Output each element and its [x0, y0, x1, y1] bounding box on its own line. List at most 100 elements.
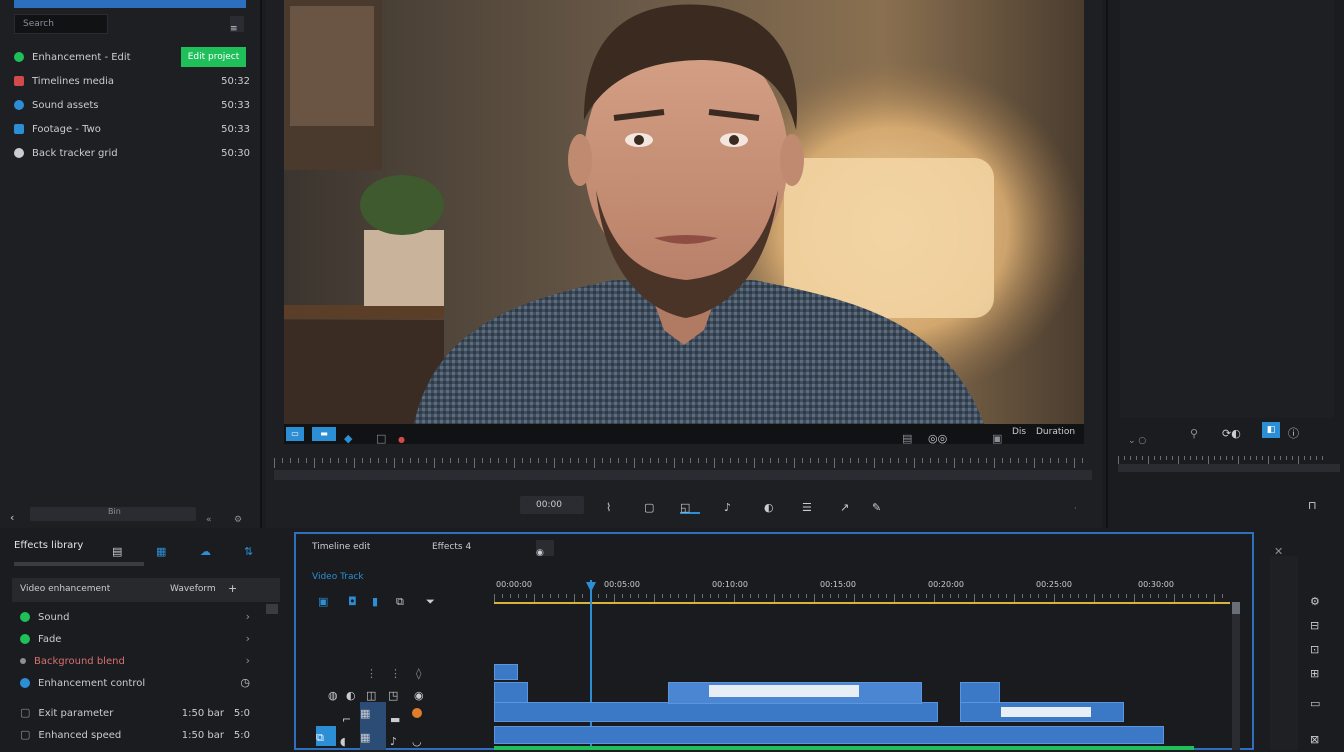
audio-clip[interactable]: [494, 746, 1194, 750]
clip[interactable]: [494, 664, 518, 680]
clip[interactable]: [494, 682, 528, 704]
effects-scroll-thumb[interactable]: [266, 604, 278, 614]
bin-row[interactable]: Footage - Two 50:33: [14, 118, 250, 140]
inspector-ruler[interactable]: [1118, 456, 1340, 474]
track-label-icon[interactable]: ▬: [390, 708, 406, 726]
bin-row[interactable]: Timelines media 50:32: [14, 70, 250, 92]
settings-icon[interactable]: ⚙: [234, 507, 246, 525]
scroll-left-icon[interactable]: ‹: [10, 506, 22, 524]
info-icon[interactable]: ⓘ: [1288, 422, 1304, 440]
sync-icon[interactable]: ◊: [416, 662, 430, 680]
tab-timeline[interactable]: Timeline edit: [312, 542, 370, 552]
zoom-icon[interactable]: ▬: [312, 427, 336, 441]
search-input[interactable]: Search: [14, 14, 108, 34]
tool-icon[interactable]: ⊡: [1310, 638, 1324, 656]
bin-row[interactable]: Enhancement - Edit: [14, 46, 250, 68]
tool-icon[interactable]: ⊟: [1310, 614, 1324, 632]
grid-icon[interactable]: ▦: [156, 540, 170, 558]
clip[interactable]: [494, 726, 1164, 744]
compare-icon[interactable]: ◧: [1262, 422, 1280, 438]
mic-icon[interactable]: ◡: [412, 730, 426, 748]
bin-row[interactable]: Sound assets 50:33: [14, 94, 250, 116]
filter-icon[interactable]: ⏷: [426, 590, 440, 608]
target-icon[interactable]: ◫: [366, 684, 382, 702]
menu-icon[interactable]: ≡: [230, 16, 244, 34]
bookmark-icon[interactable]: ▮: [372, 590, 386, 608]
pin-icon[interactable]: ⚲: [1190, 422, 1202, 440]
video-preview[interactable]: [284, 0, 1084, 424]
timeline-settings-icon[interactable]: ◉: [536, 540, 554, 558]
playhead[interactable]: [590, 580, 592, 750]
link-track-icon[interactable]: ⌐: [342, 708, 356, 726]
monitor-icon[interactable]: ▣: [992, 427, 1006, 445]
crop-icon[interactable]: ▢: [644, 496, 658, 514]
more-icon[interactable]: ·: [1074, 496, 1082, 514]
timeline-tracks[interactable]: 00:00:00 00:05:00 00:10:00 00:15:00 00:2…: [494, 574, 1232, 750]
bin-row[interactable]: Back tracker grid 50:30: [14, 142, 250, 164]
link-icon[interactable]: ⟳◐: [1222, 422, 1252, 440]
text-icon[interactable]: ☰: [802, 496, 816, 514]
tool-icon[interactable]: ⊠: [1310, 728, 1324, 746]
collapse-icon[interactable]: ✕: [1274, 540, 1288, 558]
effect-item[interactable]: ▢ Enhanced speed 1:50 bar 5:0: [20, 724, 250, 746]
tab-effects[interactable]: Effects 4: [432, 542, 471, 552]
safe-area-icon[interactable]: □: [376, 427, 388, 445]
audio-track-icon[interactable]: ◉: [414, 684, 428, 702]
effects-header-row[interactable]: Video enhancement Waveform +: [12, 578, 280, 602]
solo-icon[interactable]: ⋮: [390, 662, 404, 680]
sort-icon[interactable]: ⇅: [244, 540, 260, 558]
effect-item[interactable]: Sound ›: [20, 606, 250, 628]
list-icon[interactable]: ▤: [112, 540, 126, 558]
clip[interactable]: [668, 682, 922, 704]
record-icon[interactable]: ●: [398, 427, 414, 444]
timeline-scroll-thumb[interactable]: [1232, 602, 1240, 614]
lock-track-icon[interactable]: ◐: [346, 684, 360, 702]
eye-icon[interactable]: ◍: [328, 684, 342, 702]
volume-icon[interactable]: ◖: [340, 730, 354, 748]
record-track-icon[interactable]: [412, 708, 422, 718]
clock-icon[interactable]: ◷: [240, 676, 250, 690]
mute-icon[interactable]: ⋮: [366, 662, 380, 680]
transform-icon[interactable]: ◱: [680, 496, 700, 514]
clip[interactable]: [960, 702, 1124, 722]
chevron-right-icon[interactable]: ›: [246, 632, 250, 646]
work-area-bar[interactable]: [494, 602, 1230, 604]
tool-icon[interactable]: ⊞: [1310, 662, 1324, 680]
timeline-scrollbar[interactable]: [1232, 602, 1240, 750]
color-icon[interactable]: ◐: [764, 496, 778, 514]
scrub-ruler[interactable]: [274, 458, 1092, 482]
chevron-right-icon[interactable]: ›: [246, 654, 250, 668]
loop-icon[interactable]: ◎◎: [928, 427, 958, 445]
effect-item[interactable]: ▢ Exit parameter 1:50 bar 5:0: [20, 702, 250, 724]
tool-icon[interactable]: ▭: [1310, 692, 1324, 710]
snap-icon[interactable]: ▣: [318, 590, 332, 608]
playback-speed-button[interactable]: 00:00: [520, 496, 584, 514]
trim-icon[interactable]: ⌇: [606, 496, 620, 514]
sound-icon[interactable]: ♪: [390, 730, 406, 748]
speed-icon[interactable]: ↗: [840, 496, 854, 514]
effect-item[interactable]: Background blend ›: [20, 650, 250, 672]
track-audio-button[interactable]: ▦: [360, 726, 386, 750]
effect-item[interactable]: Enhancement control ◷: [20, 672, 250, 694]
copy-icon[interactable]: ⧉: [396, 590, 410, 608]
track-toggle-icon[interactable]: ⧉: [316, 726, 336, 746]
chevron-right-icon[interactable]: ›: [246, 610, 250, 624]
fit-icon[interactable]: ▭: [286, 427, 304, 441]
effect-item[interactable]: Fade ›: [20, 628, 250, 650]
cloud-icon[interactable]: ☁: [200, 540, 214, 558]
marker-icon[interactable]: ◆: [344, 427, 358, 445]
sidebar-toggle-icon[interactable]: ⊓: [1308, 494, 1324, 512]
timeline-ruler[interactable]: 00:00:00 00:05:00 00:10:00 00:15:00 00:2…: [494, 580, 1232, 594]
clip[interactable]: [960, 682, 1000, 704]
track-select-button[interactable]: ▦: [360, 702, 386, 726]
audio-icon[interactable]: ♪: [724, 496, 738, 514]
effects-icon[interactable]: ✎: [872, 496, 898, 514]
expand-icon[interactable]: «: [206, 507, 218, 525]
export-frame-icon[interactable]: ▤: [902, 427, 914, 445]
scrollbar[interactable]: Bin: [30, 507, 196, 521]
lock-icon[interactable]: ◘: [348, 590, 362, 608]
clip[interactable]: [494, 702, 938, 722]
tool-icon[interactable]: ⚙: [1310, 590, 1324, 608]
visibility-icon[interactable]: ◳: [388, 684, 404, 702]
add-icon[interactable]: +: [228, 582, 237, 596]
